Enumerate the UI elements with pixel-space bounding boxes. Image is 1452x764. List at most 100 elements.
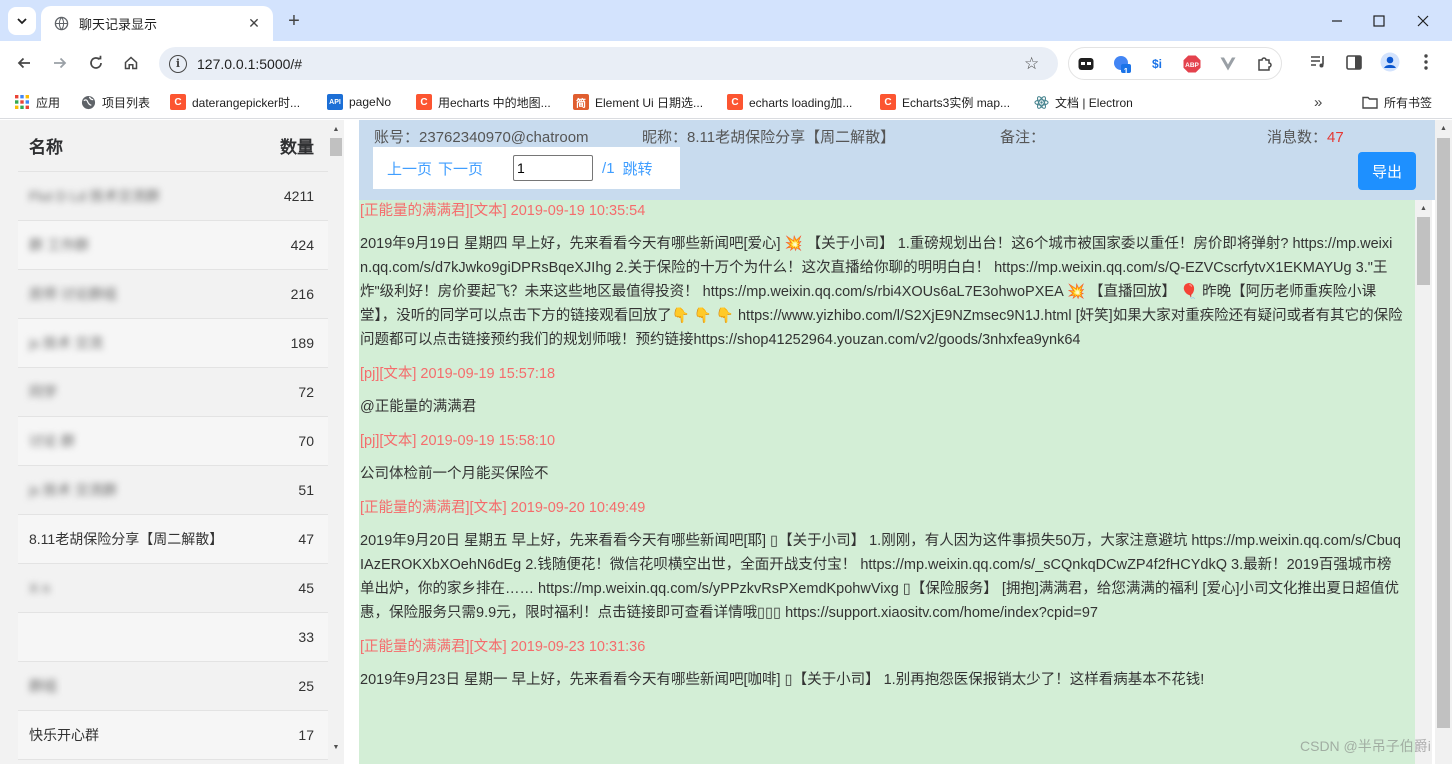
conversation-row[interactable]: 群 工作群 424 <box>18 221 328 270</box>
csdn-icon: C <box>880 94 896 110</box>
bookmark-echarts-loading[interactable]: C echarts loading加... <box>727 93 852 111</box>
account-label: 账号： <box>374 129 420 146</box>
scrollbar-thumb[interactable] <box>1437 138 1450 728</box>
conversation-count: 72 <box>298 384 314 400</box>
apps-grid-icon <box>14 94 30 110</box>
conversation-row[interactable]: js 技术 交流 189 <box>18 319 328 368</box>
home-icon <box>124 56 138 70</box>
chevron-down-icon <box>17 18 27 25</box>
conversation-name: 群 工作群 <box>29 237 89 253</box>
maximize-button[interactable] <box>1356 0 1402 41</box>
bookmark-apps[interactable]: 应用 <box>14 93 60 111</box>
bookmark-label: pageNo <box>349 95 392 109</box>
bookmark-element-ui[interactable]: 简 Element Ui 日期选... <box>573 93 703 111</box>
message-body[interactable]: 2019年9月19日 星期四 早上好，先来看看今天有哪些新闻吧[爱心] 💥 【关… <box>360 232 1403 352</box>
conversation-row[interactable]: 33 <box>18 613 328 662</box>
messages-scrollbar[interactable]: ▲ <box>1415 200 1432 764</box>
page-scrollbar[interactable]: ▲ <box>1435 120 1452 764</box>
bookmark-daterangepicker[interactable]: C daterangepicker时... <box>170 93 300 111</box>
conversation-row[interactable]: 讨论 群 70 <box>18 417 328 466</box>
browser-toolbar: i 127.0.0.1:5000/# ☆ 1 $i ABP <box>0 41 1452 86</box>
conversation-row[interactable]: Flut D Ld 技术交流群 4211 <box>18 172 328 221</box>
conversation-row[interactable]: js 技术 交流群 51 <box>18 466 328 515</box>
conversation-row[interactable]: X n 45 <box>18 564 328 613</box>
site-info-icon[interactable]: i <box>169 54 187 73</box>
close-icon <box>1417 15 1429 26</box>
conversation-count: 216 <box>290 286 314 302</box>
bookmark-electron[interactable]: 文档 | Electron <box>1033 93 1133 111</box>
all-bookmarks-label: 所有书签 <box>1384 95 1433 110</box>
conversation-count: 33 <box>298 629 314 645</box>
scroll-up-arrow-icon[interactable]: ▲ <box>1435 120 1452 136</box>
sidebar-scrollbar[interactable]: ▲ ▼ <box>328 120 344 764</box>
conversation-row[interactable]: 8.11老胡保险分享【周二解散】 47 <box>18 515 328 564</box>
conversation-row[interactable]: 群组 25 <box>18 662 328 711</box>
column-name-header: 名称 <box>29 138 63 157</box>
bookmark-star-icon[interactable]: ☆ <box>1024 54 1048 74</box>
extensions-group: 1 $i ABP <box>1068 47 1282 80</box>
message-body[interactable]: 公司体检前一个月能买保险不 <box>360 462 1403 486</box>
extension-si-icon[interactable]: $i <box>1148 55 1166 73</box>
close-tab-icon[interactable]: ✕ <box>245 15 263 33</box>
reload-button[interactable] <box>82 49 110 77</box>
conversation-count: 51 <box>298 482 314 498</box>
scroll-up-arrow-icon[interactable]: ▲ <box>1415 200 1432 216</box>
url-text[interactable]: 127.0.0.1:5000/# <box>197 56 1024 72</box>
conversation-row[interactable]: 快乐开心群 17 <box>18 711 328 760</box>
message-body[interactable]: @正能量的满满君 <box>360 395 1403 419</box>
message-header: [正能量的满满君][文本] 2019-09-19 10:35:54 <box>360 203 646 219</box>
bookmark-echarts3[interactable]: C Echarts3实例 map... <box>880 93 1010 111</box>
column-count-header: 数量 <box>280 138 314 157</box>
jump-page-link[interactable]: 跳转 <box>623 158 653 179</box>
minimize-button[interactable] <box>1314 0 1360 41</box>
message-body[interactable]: 2019年9月23日 星期一 早上好，先来看看今天有哪些新闻吧[咖啡] ▯【关于… <box>360 668 1403 692</box>
globe-icon <box>53 16 69 32</box>
prev-page-link[interactable]: 上一页 <box>387 158 432 179</box>
conversation-name: X n <box>29 580 51 596</box>
tab-title: 聊天记录显示 <box>79 17 158 32</box>
csdn-icon: C <box>727 94 743 110</box>
account-info: 账号：23762340970@chatroom <box>374 126 589 147</box>
nickname-value: 8.11老胡保险分享【周二解散】 <box>687 129 896 146</box>
next-page-link[interactable]: 下一页 <box>438 158 483 179</box>
browser-menu-icon[interactable] <box>1413 49 1439 75</box>
extension-abp-icon[interactable]: ABP <box>1183 55 1201 73</box>
back-button[interactable] <box>10 49 38 77</box>
remark-info: 备注： <box>1000 126 1045 147</box>
bookmark-label: 项目列表 <box>102 95 151 110</box>
side-panel-icon[interactable] <box>1341 49 1367 75</box>
extension-vue-icon[interactable] <box>1219 55 1237 73</box>
new-tab-button[interactable]: + <box>283 10 305 32</box>
csdn-icon: C <box>170 94 186 110</box>
conversation-row[interactable]: 房师 讨论群组 216 <box>18 270 328 319</box>
page-number-input[interactable] <box>513 155 594 181</box>
bookmark-pageno[interactable]: API pageNo <box>327 93 391 111</box>
message-header: [正能量的满满君][文本] 2019-09-23 10:31:36 <box>360 639 646 655</box>
active-tab[interactable]: 聊天记录显示 ✕ <box>41 6 273 41</box>
conversation-name: 8.11老胡保险分享【周二解散】 <box>29 531 224 547</box>
account-value: 23762340970@chatroom <box>419 129 589 146</box>
extension-mask-icon[interactable] <box>1077 55 1095 73</box>
bookmark-echarts-map[interactable]: C 用echarts 中的地图... <box>416 93 551 111</box>
export-button[interactable]: 导出 <box>1358 152 1416 190</box>
scroll-up-arrow-icon[interactable]: ▲ <box>328 122 344 136</box>
extensions-puzzle-icon[interactable] <box>1255 55 1273 73</box>
nickname-info: 昵称：8.11老胡保险分享【周二解散】 <box>642 126 895 147</box>
scrollbar-thumb[interactable] <box>1417 217 1430 285</box>
bookmark-label: Echarts3实例 map... <box>902 95 1011 110</box>
message-body[interactable]: 2019年9月20日 星期五 早上好，先来看看今天有哪些新闻吧[耶] ▯【关于小… <box>360 529 1403 625</box>
all-bookmarks[interactable]: 所有书签 <box>1362 93 1432 111</box>
home-button[interactable] <box>117 49 145 77</box>
conversation-row[interactable]: 同学 72 <box>18 368 328 417</box>
forward-button[interactable] <box>46 49 74 77</box>
tab-search-button[interactable] <box>8 7 36 35</box>
message-header: [pj][文本] 2019-09-19 15:57:18 <box>360 366 556 382</box>
close-window-button[interactable] <box>1400 0 1446 41</box>
address-bar[interactable]: i 127.0.0.1:5000/# ☆ <box>159 47 1058 80</box>
bookmark-project-list[interactable]: 项目列表 <box>80 93 150 111</box>
profile-avatar-icon[interactable] <box>1377 49 1403 75</box>
media-control-icon[interactable] <box>1305 49 1331 75</box>
scrollbar-thumb[interactable] <box>330 138 342 156</box>
scroll-down-arrow-icon[interactable]: ▼ <box>328 740 344 754</box>
bookmarks-overflow-icon[interactable]: » <box>1314 93 1322 111</box>
